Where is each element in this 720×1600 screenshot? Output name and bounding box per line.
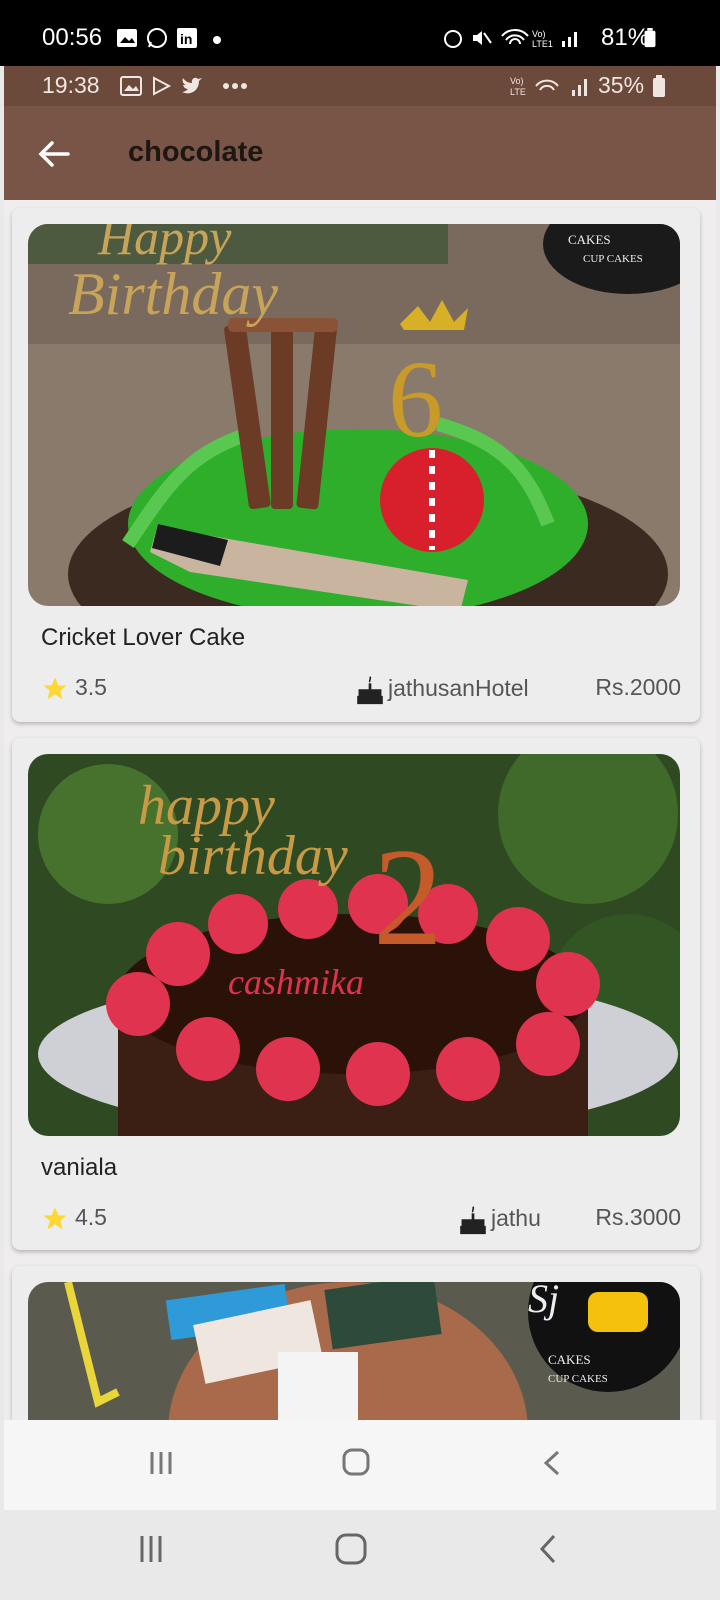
shop-name: jathu <box>491 1205 541 1232</box>
linkedin-icon: in <box>177 28 197 48</box>
app-bar: chocolate <box>4 106 716 200</box>
birthday-cake-photo: 2 happy birthday cashmika <box>28 754 680 1136</box>
play-store-icon <box>153 76 172 96</box>
product-shop: jathu <box>457 1204 541 1236</box>
twitter-icon <box>182 77 202 94</box>
phone-time: 00:56 <box>42 24 103 51</box>
cricket-cake-photo: 6 Birthday Happy CAKES CUP CAKES <box>28 224 680 606</box>
product-rating: 3.5 <box>41 674 107 703</box>
back-icon[interactable] <box>538 1448 568 1478</box>
star-icon <box>43 1207 67 1230</box>
svg-text:Birthday: Birthday <box>68 261 278 327</box>
back-arrow-icon[interactable] <box>34 134 74 174</box>
back-icon[interactable] <box>534 1532 564 1566</box>
home-icon[interactable] <box>334 1532 368 1566</box>
phone-navigation-bar <box>0 1512 720 1600</box>
svg-text:in: in <box>180 31 192 47</box>
app-screenshot: 19:38 Vo) LTE 35% chocolate 6 Birthday H… <box>4 66 716 1510</box>
svg-text:CUP CAKES: CUP CAKES <box>583 253 643 265</box>
product-card[interactable]: 6 Birthday Happy CAKES CUP CAKES Cricket… <box>12 208 700 722</box>
app-time: 19:38 <box>42 72 100 98</box>
svg-text:6: 6 <box>388 338 443 460</box>
shop-name: jathusanHotel <box>388 675 529 702</box>
page-title: chocolate <box>128 136 264 168</box>
recent-apps-icon[interactable] <box>136 1532 166 1566</box>
app-status-bar: 19:38 Vo) LTE 35% <box>4 66 716 106</box>
svg-text:Happy: Happy <box>97 224 232 265</box>
rating-value: 3.5 <box>75 674 107 700</box>
mute-icon <box>473 31 492 45</box>
product-card[interactable]: 2 happy birthday cashmika vaniala 4.5 ja… <box>12 738 700 1250</box>
svg-text:CAKES: CAKES <box>548 1352 591 1367</box>
phone-status-bar: 00:56 in Vo) LTE1 81% <box>0 0 720 66</box>
alarm-icon <box>444 30 462 48</box>
recent-apps-icon[interactable] <box>146 1448 176 1478</box>
svg-text:LTE: LTE <box>510 87 526 97</box>
gallery-icon <box>117 29 137 47</box>
product-name: vaniala <box>41 1154 118 1181</box>
signal-wifi-icon: Vo)LTE <box>510 76 587 97</box>
svg-text:CAKES: CAKES <box>568 232 611 247</box>
cake-icon <box>357 676 383 705</box>
product-image-birthday-cake[interactable]: 2 happy birthday cashmika <box>28 754 680 1136</box>
battery-icon <box>653 75 665 97</box>
star-icon <box>43 677 67 700</box>
product-price: Rs.3000 <box>595 1204 681 1230</box>
svg-text:Vo): Vo) <box>532 29 546 39</box>
svg-text:LTE1: LTE1 <box>532 39 553 48</box>
product-name: Cricket Lover Cake <box>41 624 246 651</box>
cake-icon <box>460 1206 486 1235</box>
product-image-cricket-cake[interactable]: 6 Birthday Happy CAKES CUP CAKES <box>28 224 680 606</box>
svg-text:birthday: birthday <box>158 825 348 887</box>
whatsapp-icon <box>147 28 167 48</box>
more-icon <box>223 83 247 89</box>
battery-icon <box>644 28 656 48</box>
dot-icon <box>213 36 221 44</box>
product-rating: 4.5 <box>41 1204 107 1233</box>
svg-text:CUP CAKES: CUP CAKES <box>548 1373 608 1385</box>
app-battery-level: 35% <box>598 72 645 98</box>
app-navigation-bar <box>4 1420 716 1510</box>
product-price: Rs.2000 <box>595 674 681 700</box>
svg-text:Vo): Vo) <box>510 76 524 86</box>
gallery-icon <box>120 76 142 96</box>
svg-text:Sj: Sj <box>528 1282 559 1321</box>
signal-icon: Vo)LTE1 <box>532 29 577 48</box>
phone-battery-level: 81% <box>601 24 650 51</box>
wifi-icon <box>501 29 529 45</box>
rating-value: 4.5 <box>75 1204 107 1230</box>
product-shop: jathusanHotel <box>354 674 529 706</box>
svg-text:2: 2 <box>373 820 443 975</box>
svg-text:cashmika: cashmika <box>228 962 364 1002</box>
home-icon[interactable] <box>340 1446 372 1478</box>
